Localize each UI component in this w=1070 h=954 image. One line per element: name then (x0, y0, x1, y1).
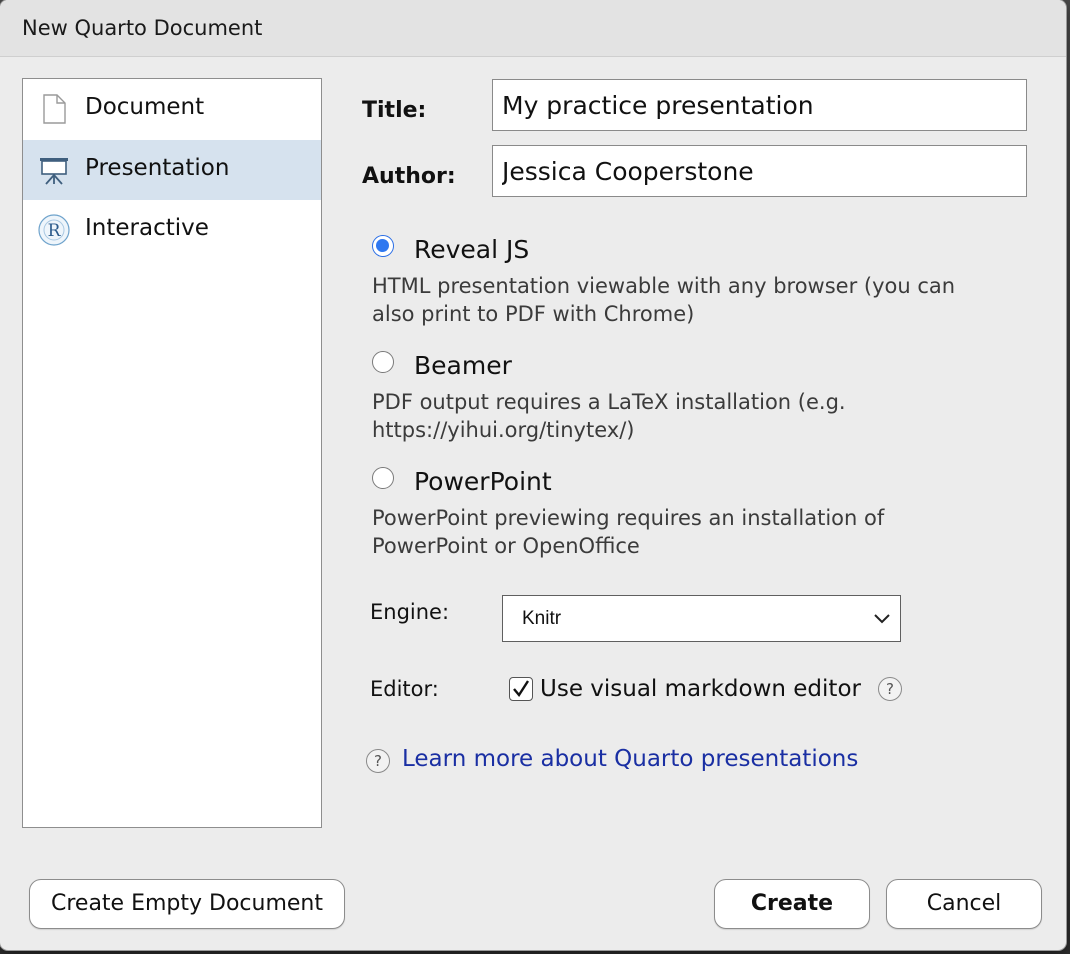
reveal-js-description: HTML presentation viewable with any brow… (372, 272, 1032, 328)
description-line: PowerPoint previewing requires an instal… (372, 506, 885, 530)
type-item-presentation[interactable]: Presentation (23, 140, 321, 200)
type-item-label: Interactive (85, 215, 209, 241)
cancel-button[interactable]: Cancel (886, 879, 1042, 929)
document-icon (37, 92, 71, 126)
checkmark-icon (513, 680, 530, 698)
title-input[interactable] (492, 79, 1027, 131)
presentation-easel-icon (37, 153, 71, 187)
engine-select[interactable]: Knitr (502, 595, 901, 642)
title-label: Title: (362, 98, 427, 123)
editor-label: Editor: (370, 677, 439, 701)
new-quarto-document-dialog: New Quarto Document Document Presentatio… (0, 0, 1066, 950)
description-line: also print to PDF with Chrome) (372, 302, 695, 326)
dialog-titlebar[interactable]: New Quarto Document (0, 0, 1066, 57)
help-icon[interactable]: ? (366, 749, 390, 773)
type-item-label: Document (85, 94, 205, 120)
visual-editor-checkbox[interactable] (509, 677, 533, 701)
author-input[interactable] (492, 145, 1027, 197)
beamer-radio[interactable] (372, 351, 394, 373)
document-type-list: Document Presentation R Interactive (22, 78, 322, 828)
powerpoint-radio[interactable] (372, 467, 394, 489)
type-item-interactive[interactable]: R Interactive (23, 200, 321, 260)
create-button[interactable]: Create (714, 879, 870, 929)
learn-more-link[interactable]: Learn more about Quarto presentations (402, 746, 858, 772)
dialog-title: New Quarto Document (22, 16, 263, 40)
type-item-label: Presentation (85, 155, 230, 181)
reveal-js-radio[interactable] (372, 235, 394, 257)
engine-selected-value: Knitr (522, 608, 562, 629)
description-line: PowerPoint or OpenOffice (372, 534, 640, 558)
beamer-label[interactable]: Beamer (414, 351, 512, 380)
r-logo-icon: R (37, 213, 71, 247)
reveal-js-label[interactable]: Reveal JS (414, 235, 529, 264)
create-empty-document-button[interactable]: Create Empty Document (29, 879, 345, 929)
powerpoint-description: PowerPoint previewing requires an instal… (372, 504, 1032, 560)
type-item-document[interactable]: Document (23, 79, 321, 139)
description-line: https://yihui.org/tinytex/) (372, 418, 635, 442)
engine-label: Engine: (370, 600, 450, 624)
description-line: HTML presentation viewable with any brow… (372, 274, 956, 298)
description-line: PDF output requires a LaTeX installation… (372, 390, 846, 414)
beamer-description: PDF output requires a LaTeX installation… (372, 388, 1032, 444)
powerpoint-label[interactable]: PowerPoint (414, 467, 552, 496)
chevron-down-icon (872, 608, 892, 628)
visual-editor-label[interactable]: Use visual markdown editor (540, 676, 861, 702)
author-label: Author: (362, 164, 456, 189)
help-icon[interactable]: ? (878, 677, 902, 701)
svg-text:R: R (48, 221, 62, 241)
